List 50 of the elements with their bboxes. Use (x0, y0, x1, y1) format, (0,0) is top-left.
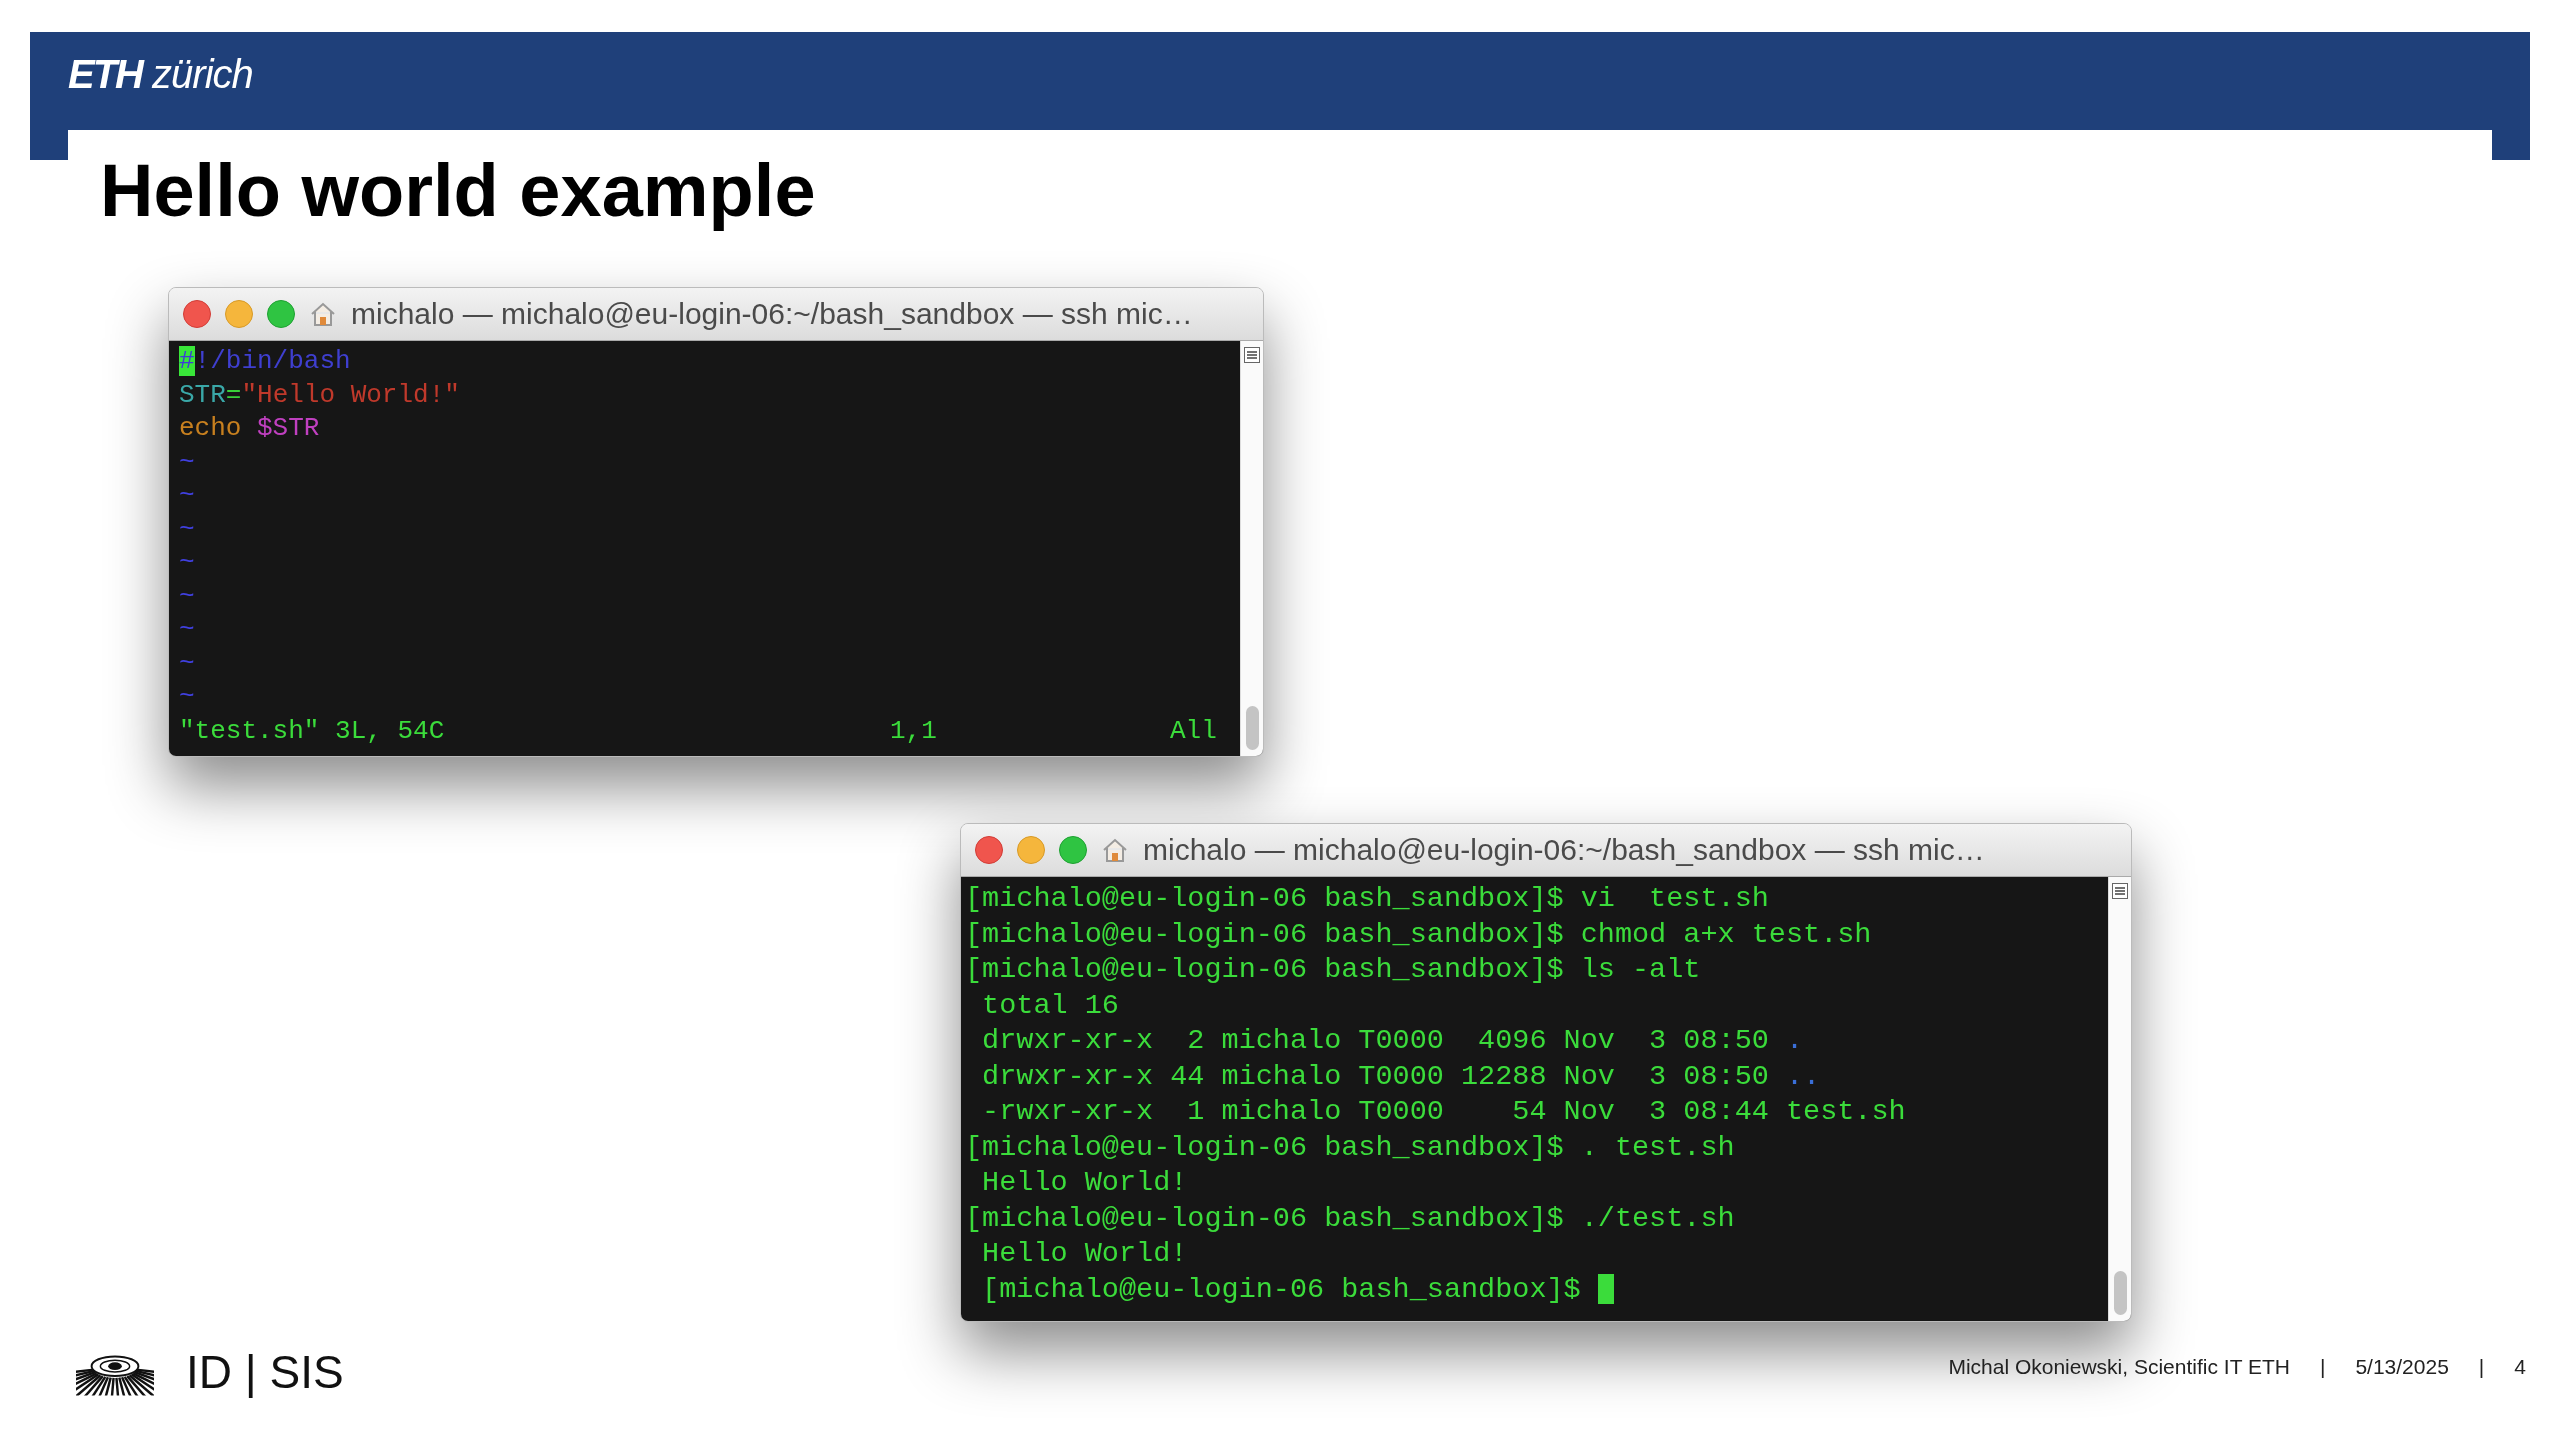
terminal-line: ~ (179, 445, 195, 479)
slide-title: Hello world example (100, 148, 817, 233)
window-title: michalo — michalo@eu-login-06:~/bash_sandbox — ssh mic… (1143, 833, 1985, 867)
footer-text: | (2478, 1355, 2485, 1379)
terminal-line: Hello World! (981, 1165, 1188, 1201)
terminal-line: [michalo@eu-login-06 bash_sandbox]$ . test.sh (965, 1129, 1735, 1165)
terminal-line: drwxr-xr-x 44 michalo T0000 12288 Nov 3 08:50 .. (981, 1058, 1821, 1094)
minimize-button[interactable] (1017, 836, 1045, 864)
terminal-line: [michalo@eu-login-06 bash_sandbox]$ ./test.sh (965, 1200, 1735, 1236)
terminal-line: ~ (179, 546, 195, 579)
terminal-line: ~ (179, 613, 195, 646)
close-button[interactable] (975, 836, 1003, 864)
footer-text: Michal Okoniewski, Scientific IT ETH (1948, 1355, 2290, 1379)
scrollbar[interactable] (1240, 341, 1263, 756)
terminal-line: [michalo@eu-login-06 bash_sandbox]$ (981, 1271, 1582, 1307)
terminal-line: ~ (179, 579, 195, 613)
terminal-line: drwxr-xr-x 2 michalo T0000 4096 Nov 3 08:50 . (981, 1023, 1804, 1059)
list-icon[interactable] (2112, 883, 2128, 899)
minimize-button[interactable] (225, 300, 253, 328)
footer-text: 4 (2514, 1355, 2526, 1379)
file-info: "test.sh" 3L, 54C (179, 714, 446, 748)
unit-label: ID | SIS (186, 1345, 344, 1399)
house-icon (1101, 836, 1129, 864)
terminal-line: #!/bin/bash (179, 345, 351, 378)
terminal-line: [michalo@eu-login-06 bash_sandbox]$ chmod a+x test.sh (965, 916, 1872, 952)
scroll-position: All (1170, 714, 1218, 748)
terminal-line: [michalo@eu-login-06 bash_sandbox]$ vi test.sh (965, 881, 1769, 917)
scrollbar-thumb[interactable] (1245, 706, 1259, 750)
logo: ETH zürich (68, 52, 253, 97)
terminal-line: ~ (179, 512, 195, 546)
terminal-line: total 16 (981, 987, 1119, 1023)
zoom-button[interactable] (267, 300, 295, 328)
list-icon[interactable] (1244, 347, 1260, 363)
terminal-line: STR="Hello World!" (179, 378, 460, 412)
scrollbar-thumb[interactable] (2113, 1271, 2127, 1315)
footer-text: 5/13/2025 (2355, 1355, 2449, 1379)
zoom-button[interactable] (1059, 836, 1087, 864)
terminal-line: ~ (179, 646, 195, 680)
scrollbar[interactable] (2108, 877, 2131, 1321)
window-title: michalo — michalo@eu-login-06:~/bash_sandbox — ssh mic… (351, 297, 1193, 331)
house-icon (309, 300, 337, 328)
terminal-line: -rwxr-xr-x 1 michalo T0000 54 Nov 3 08:44 test.sh (981, 1094, 1906, 1130)
terminal-line: echo $STR (179, 412, 320, 445)
close-button[interactable] (183, 300, 211, 328)
terminal-line: ~ (179, 479, 195, 512)
footer-text: | (2319, 1355, 2326, 1379)
terminal-line: ~ (179, 680, 195, 713)
cursor-position: 1,1 (890, 714, 938, 748)
terminal-line: Hello World! (981, 1236, 1188, 1272)
terminal-line: [michalo@eu-login-06 bash_sandbox]$ ls -alt (965, 952, 1701, 988)
